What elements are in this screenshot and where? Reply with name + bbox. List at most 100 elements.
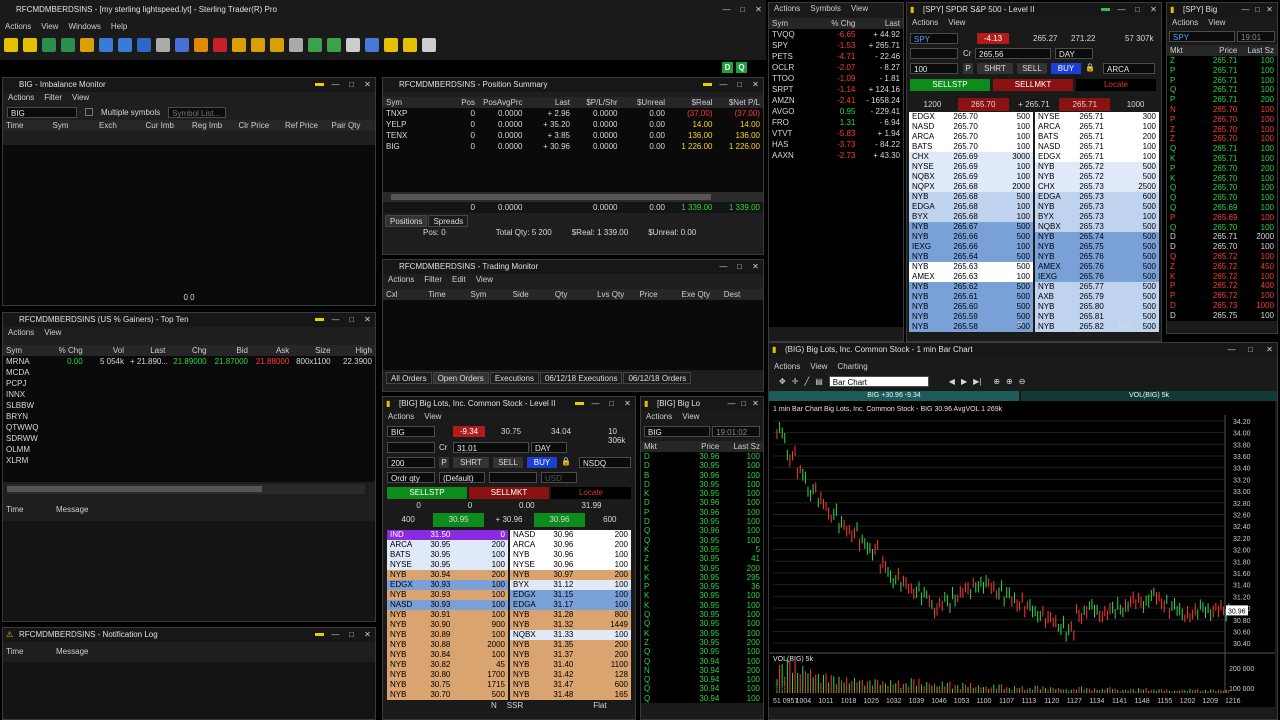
column-header[interactable]: $Net P/L xyxy=(716,97,764,108)
watchlist-row[interactable]: HAS -3.73 - 84.22 xyxy=(769,139,903,150)
book-level[interactable]: NYB 265.67 500 xyxy=(909,222,1033,232)
list-item[interactable]: MRNA 0.00 5 054k + 21.890... 21.89000 21.8700… xyxy=(3,356,375,367)
settings-icon[interactable] xyxy=(422,38,436,52)
book-level[interactable]: NYB 30.82 45 xyxy=(387,660,508,670)
book-level[interactable]: NYB 265.82 500 xyxy=(1035,322,1159,332)
book-level[interactable]: NYB 265.72 500 xyxy=(1035,162,1159,172)
column-header[interactable]: Lvs Qty xyxy=(594,289,636,300)
zoom-icon[interactable]: ⊕ xyxy=(1006,377,1013,386)
menu-actions[interactable]: Actions xyxy=(774,3,800,15)
alert-icon[interactable] xyxy=(384,38,398,52)
big-ordr-qty-select[interactable]: Ordr qty xyxy=(387,472,435,483)
big-order-type-select[interactable] xyxy=(387,442,435,453)
minimize-icon[interactable]: — xyxy=(719,260,728,274)
minimize-icon[interactable]: — xyxy=(722,4,731,16)
column-header[interactable]: Exe Qty xyxy=(679,289,721,300)
close-icon[interactable]: ✕ xyxy=(1149,3,1158,17)
minimize-icon[interactable]: — xyxy=(1241,3,1250,17)
column-header[interactable]: Sym xyxy=(467,289,509,300)
menu-actions[interactable]: Actions xyxy=(8,92,34,104)
list-item[interactable]: PCPJ xyxy=(3,378,375,389)
book-level[interactable]: NQBX 265.73 500 xyxy=(1035,222,1159,232)
book-level[interactable]: EDGA 31.17 100 xyxy=(510,600,631,610)
monitor-icon[interactable] xyxy=(118,38,132,52)
column-header[interactable]: Last xyxy=(526,97,574,108)
book-level[interactable]: EDGX 265.70 500 xyxy=(909,112,1033,122)
book-level[interactable]: NYB 31.42 128 xyxy=(510,670,631,680)
big-locate-button[interactable]: Locate xyxy=(551,487,631,499)
message-column[interactable]: Message xyxy=(53,504,375,515)
spy-ts-time-input[interactable]: 19:01 xyxy=(1237,31,1275,42)
big-sell-button[interactable]: SELL xyxy=(493,457,523,468)
book-level[interactable]: NYB 265.68 500 xyxy=(909,192,1033,202)
spy-locate-button[interactable]: Locate xyxy=(1076,79,1156,91)
watchlist-row[interactable]: TVQQ -6.65 + 44.92 xyxy=(769,29,903,40)
column-header[interactable]: Chg xyxy=(168,345,209,356)
scroll-end-icon[interactable]: ▶| xyxy=(973,377,981,386)
book-level[interactable]: NYB 265.63 500 xyxy=(909,262,1033,272)
big-buy-button[interactable]: BUY xyxy=(527,457,557,468)
big-sellmkt-button[interactable]: SELLMKT xyxy=(469,487,549,499)
book-level[interactable]: EDGX 265.71 100 xyxy=(1035,152,1159,162)
book-level[interactable]: NASD 265.70 100 xyxy=(909,122,1033,132)
book-level[interactable]: NASD 265.71 100 xyxy=(1035,142,1159,152)
book-level[interactable]: NYSE 30.96 100 xyxy=(510,560,631,570)
list-item[interactable]: SLBBW xyxy=(3,400,375,411)
book-level[interactable]: CHX 265.69 3000 xyxy=(909,152,1033,162)
chart-type-select[interactable]: Bar Chart xyxy=(828,375,929,387)
book-level[interactable]: NASD 30.93 100 xyxy=(387,600,508,610)
maximize-icon[interactable]: □ xyxy=(735,260,744,274)
column-header[interactable]: $Real xyxy=(668,97,716,108)
lock-icon[interactable]: 🔒 xyxy=(561,457,571,466)
watchlist-row[interactable]: VTVT -5.83 + 1.94 xyxy=(769,128,903,139)
column-header[interactable]: Last Sz xyxy=(1240,45,1277,56)
big-short-button[interactable]: SHRT xyxy=(453,457,489,468)
book-level[interactable]: NYB 31.48 165 xyxy=(510,690,631,700)
message-column[interactable]: Message xyxy=(53,646,375,657)
book-level[interactable]: NYB 31.35 200 xyxy=(510,640,631,650)
column-header[interactable]: Ask xyxy=(251,345,292,356)
link-icon[interactable] xyxy=(346,38,360,52)
watchlist-row[interactable]: PETS -4.71 - 22.46 xyxy=(769,51,903,62)
column-header[interactable]: $P/L/Shr xyxy=(573,97,621,108)
menu-help[interactable]: Help xyxy=(111,20,127,34)
column-header[interactable]: Pair Qty xyxy=(329,120,376,131)
column-header[interactable]: Mkt xyxy=(1167,45,1204,56)
scale-icon[interactable] xyxy=(232,38,246,52)
menu-view[interactable]: View xyxy=(810,361,827,373)
column-header[interactable]: Exch xyxy=(96,120,143,131)
image-icon[interactable] xyxy=(308,38,322,52)
menu-charting[interactable]: Charting xyxy=(837,361,867,373)
book-level[interactable]: NYB 30.89 100 xyxy=(387,630,508,640)
maximize-icon[interactable]: □ xyxy=(347,313,356,327)
chart-icon[interactable] xyxy=(42,38,56,52)
link-bar-icon[interactable] xyxy=(703,78,712,92)
big-symbol-input[interactable]: BIG xyxy=(387,426,435,437)
book-level[interactable]: NYB 31.28 800 xyxy=(510,610,631,620)
folder-icon[interactable] xyxy=(4,38,18,52)
book-level[interactable]: NYB 30.70 500 xyxy=(387,690,508,700)
menu-symbols[interactable]: Symbols xyxy=(810,3,841,15)
spy-ts-symbol-input[interactable]: SPY xyxy=(1169,31,1235,42)
time-column[interactable]: Time xyxy=(3,504,53,515)
column-header[interactable]: Price xyxy=(682,441,723,452)
big-usd-select[interactable]: USD xyxy=(541,472,577,483)
d-badge[interactable]: D xyxy=(722,62,733,73)
book-level[interactable]: EDGA 265.68 100 xyxy=(909,202,1033,212)
column-header[interactable]: Bid xyxy=(210,345,251,356)
watchlist-row[interactable]: AAXN -2.73 + 43.30 xyxy=(769,150,903,161)
minimize-icon[interactable]: — xyxy=(331,78,340,92)
spy-sell-button[interactable]: SELL xyxy=(1017,63,1047,74)
book-level[interactable]: NYB 265.60 500 xyxy=(909,302,1033,312)
book-level[interactable]: NYB 30.94 200 xyxy=(387,570,508,580)
link-bar-icon[interactable] xyxy=(315,313,324,327)
book-level[interactable]: NASD 30.96 200 xyxy=(510,530,631,540)
watchlist-row[interactable]: SPY -1.53 + 265.71 xyxy=(769,40,903,51)
calendar-icon[interactable] xyxy=(289,38,303,52)
spy-buy-button[interactable]: BUY xyxy=(1051,63,1081,74)
list-item[interactable]: MCDA xyxy=(3,367,375,378)
table-row[interactable]: TNXP 0 0.0000 + 2.96 0.0000 0.00 (37.00) (37.00… xyxy=(383,108,763,119)
big-ts-symbol-input[interactable]: BIG xyxy=(644,426,710,437)
book-level[interactable]: NYB 30.96 100 xyxy=(510,550,631,560)
menu-actions[interactable]: Actions xyxy=(646,411,672,423)
